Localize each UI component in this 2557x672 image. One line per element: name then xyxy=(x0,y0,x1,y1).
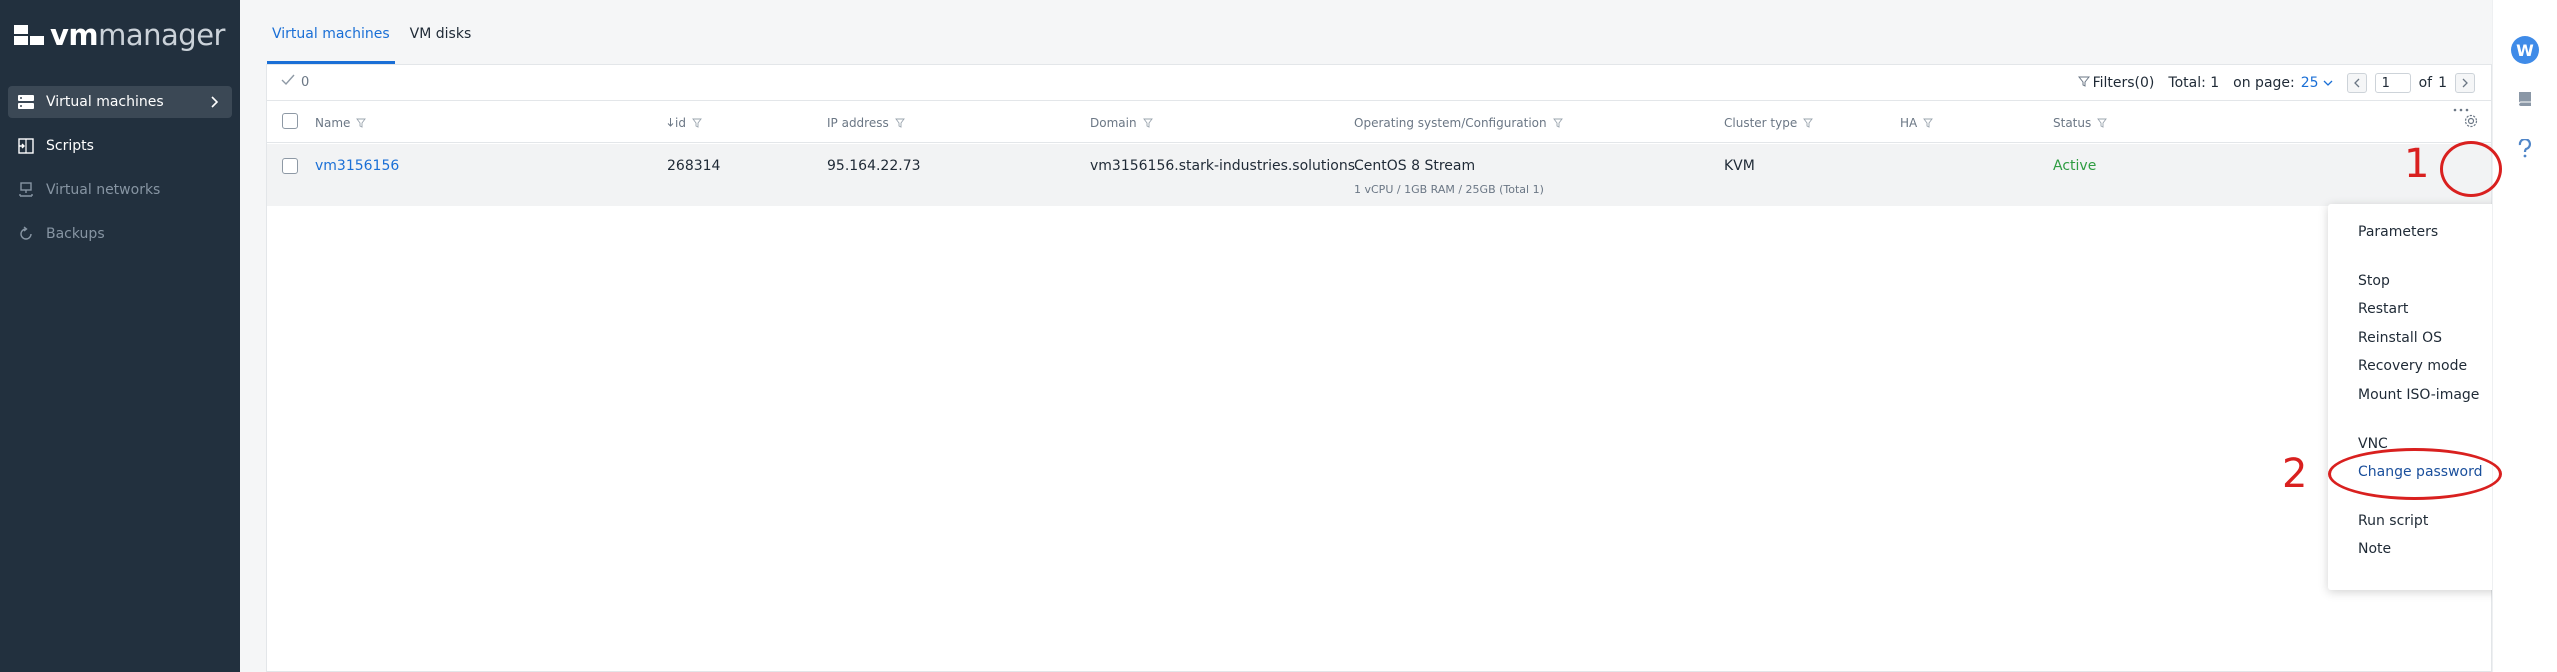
more-horizontal-icon xyxy=(2453,108,2469,112)
total-pages: 1 xyxy=(2438,75,2447,91)
chevron-right-icon xyxy=(206,94,222,110)
column-os-configuration[interactable]: Operating system/Configuration xyxy=(1354,116,1563,130)
vm-domain: vm3156156.stark-industries.solutions xyxy=(1090,158,1356,174)
avatar[interactable]: W xyxy=(2511,36,2539,64)
logo[interactable]: vmmanager xyxy=(14,20,225,50)
menu-item-note[interactable]: Note xyxy=(2358,541,2391,557)
sidebar-item-backups[interactable]: Backups xyxy=(8,218,232,250)
sidebar-item-label: Virtual machines xyxy=(46,94,164,110)
tab-bar: Virtual machines VM disks xyxy=(267,20,486,64)
scripts-icon xyxy=(16,136,36,156)
vm-cluster-type: KVM xyxy=(1724,158,1755,174)
sort-desc-icon xyxy=(667,116,674,130)
menu-item-recovery-mode[interactable]: Recovery mode xyxy=(2358,358,2467,374)
row-checkbox[interactable] xyxy=(282,158,298,174)
vm-name-link[interactable]: vm3156156 xyxy=(315,158,399,174)
sidebar-item-virtual-networks[interactable]: Virtual networks xyxy=(8,174,232,206)
of-label: of xyxy=(2418,75,2433,91)
chevron-down-icon xyxy=(2323,75,2333,91)
column-id[interactable]: id xyxy=(667,116,702,130)
right-rail: W xyxy=(2492,0,2557,672)
selected-count: 0 xyxy=(301,74,310,90)
sidebar-item-label: Backups xyxy=(46,226,105,242)
status-badge: Active xyxy=(2053,158,2097,174)
menu-item-stop[interactable]: Stop xyxy=(2358,273,2390,289)
chevron-right-icon xyxy=(2462,78,2468,88)
menu-item-reinstall-os[interactable]: Reinstall OS xyxy=(2358,330,2442,346)
select-all-checkbox[interactable] xyxy=(282,113,298,129)
vm-id: 268314 xyxy=(667,158,721,174)
tab-virtual-machines[interactable]: Virtual machines xyxy=(267,20,395,64)
page-number-input[interactable] xyxy=(2374,73,2411,93)
column-ha[interactable]: HA xyxy=(1900,116,1934,130)
annotation-circle-2 xyxy=(2328,448,2502,500)
menu-item-run-script[interactable]: Run script xyxy=(2358,513,2428,529)
vm-table-panel: 0 Filters(0) Total: 1 on page: 25 1 of 1… xyxy=(266,64,2492,672)
annotation-step-2: 2 xyxy=(2282,451,2308,497)
filter-icon xyxy=(1803,118,1814,128)
prev-page-button[interactable] xyxy=(2346,73,2367,93)
sidebar: vmmanager Virtual machines Scripts Virtu… xyxy=(0,0,240,672)
sidebar-item-label: Scripts xyxy=(46,138,94,154)
total-count: Total: 1 xyxy=(2168,75,2220,91)
check-icon xyxy=(281,74,295,90)
annotation-circle-1 xyxy=(2440,141,2502,197)
network-icon xyxy=(16,180,36,200)
main-content: Virtual machines VM disks 0 Filters(0) T… xyxy=(240,0,2533,672)
annotation-step-1: 1 xyxy=(2404,141,2430,187)
menu-title: Parameters xyxy=(2358,224,2439,240)
filter-icon xyxy=(2077,75,2090,91)
column-domain[interactable]: Domain xyxy=(1090,116,1153,130)
table-header: Name id IP address Domain Operating syst… xyxy=(267,101,2491,143)
logo-icon xyxy=(14,23,44,47)
sidebar-item-label: Virtual networks xyxy=(46,182,161,198)
table-toolbar: 0 Filters(0) Total: 1 on page: 25 1 of 1 xyxy=(267,65,2491,101)
backup-icon xyxy=(16,224,36,244)
book-icon[interactable] xyxy=(2515,88,2535,110)
table-row[interactable]: vm3156156 268314 95.164.22.73 vm3156156.… xyxy=(267,144,2491,206)
filter-icon xyxy=(1142,118,1153,128)
sidebar-item-scripts[interactable]: Scripts xyxy=(8,130,232,162)
sidebar-item-virtual-machines[interactable]: Virtual machines xyxy=(8,86,232,118)
next-page-button[interactable] xyxy=(2455,73,2475,93)
tab-vm-disks[interactable]: VM disks xyxy=(405,20,477,64)
page-size: on page: 25 xyxy=(2233,75,2333,91)
filters-button[interactable]: Filters(0) xyxy=(2077,75,2154,91)
column-status[interactable]: Status xyxy=(2053,116,2108,130)
page-size-select[interactable]: 25 xyxy=(2301,75,2333,91)
filter-icon xyxy=(1923,118,1934,128)
menu-item-mount-iso[interactable]: Mount ISO-image xyxy=(2358,387,2479,403)
column-ip-address[interactable]: IP address xyxy=(827,116,905,130)
server-icon xyxy=(16,92,36,112)
filter-icon xyxy=(692,118,702,128)
vm-ip: 95.164.22.73 xyxy=(827,158,921,174)
sidebar-nav: Virtual machines Scripts Virtual network… xyxy=(0,86,240,262)
vm-config: 1 vCPU / 1GB RAM / 25GB (Total 1) xyxy=(1354,183,1544,196)
filter-icon xyxy=(894,118,905,128)
column-cluster-type[interactable]: Cluster type xyxy=(1724,116,1814,130)
vm-os: CentOS 8 Stream xyxy=(1354,158,1476,174)
column-name[interactable]: Name xyxy=(315,116,367,130)
row-actions-button[interactable] xyxy=(2446,95,2476,125)
logo-text: vmmanager xyxy=(50,18,225,52)
filter-icon xyxy=(2097,118,2108,128)
filter-icon xyxy=(1552,118,1563,128)
chevron-left-icon xyxy=(2353,78,2360,88)
toolbar-right: Filters(0) Total: 1 on page: 25 of xyxy=(2064,71,2475,95)
filter-icon xyxy=(356,118,367,128)
help-icon[interactable] xyxy=(2515,138,2535,160)
selection-counter: 0 xyxy=(281,74,309,90)
menu-item-restart[interactable]: Restart xyxy=(2358,301,2408,317)
